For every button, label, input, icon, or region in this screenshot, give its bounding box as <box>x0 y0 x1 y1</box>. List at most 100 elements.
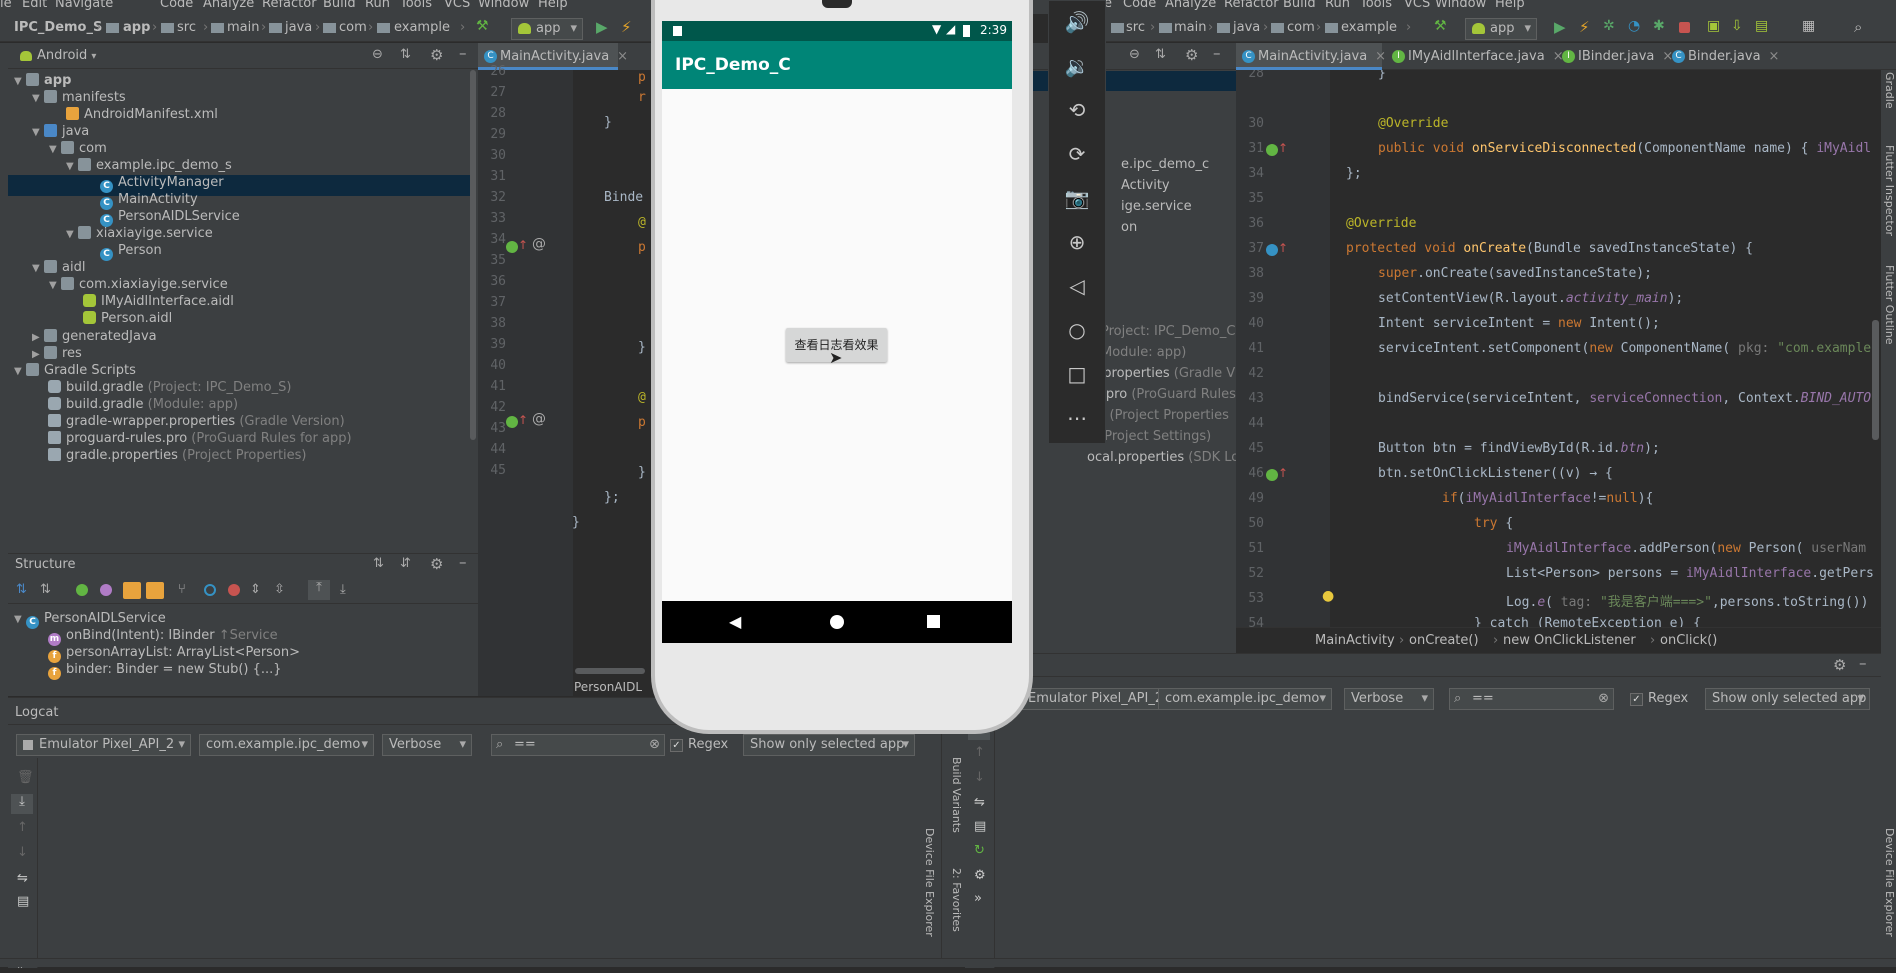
home-icon[interactable]: ○ <box>1064 317 1090 343</box>
tree-node-service[interactable]: ige.service <box>1121 196 1192 217</box>
run-config-select[interactable]: app <box>1465 18 1537 40</box>
menu-build[interactable]: Build <box>323 0 356 10</box>
tree-node-proguard-rules[interactable]: es.pro (ProGuard Rules <box>1087 384 1236 405</box>
sdk-manager-icon[interactable]: ⇩ <box>1731 18 1749 36</box>
volume-up-icon[interactable]: 🔊 <box>1064 9 1090 35</box>
tree-node-gradle-properties[interactable]: ies (Project Properties <box>1087 405 1229 426</box>
hammer-icon[interactable]: ⚒ <box>476 18 494 36</box>
close-icon[interactable]: × <box>617 49 628 64</box>
menu-analyze-right[interactable]: Analyze <box>1165 0 1216 10</box>
sort-visibility-icon[interactable]: ⇅ <box>40 582 51 597</box>
gear-icon[interactable]: ⚙ <box>430 46 443 64</box>
breadcrumb-src[interactable]: src <box>1126 20 1145 35</box>
gear-icon[interactable]: ⚙ <box>974 868 986 883</box>
tab-binder[interactable]: C Binder.java × <box>1666 43 1779 70</box>
menu-vcs-right[interactable]: VCS <box>1404 0 1430 10</box>
close-icon[interactable]: × <box>1769 49 1780 64</box>
device-select[interactable]: Emulator Pixel_API_2 <box>16 734 191 756</box>
breadcrumb-java[interactable]: java <box>1233 20 1260 35</box>
print-icon[interactable]: ▤ <box>17 894 29 909</box>
breadcrumb-main[interactable]: main <box>227 20 259 35</box>
tree-node-build-gradle-module[interactable]: Module: app) <box>1101 342 1186 363</box>
scroll-from-source-icon[interactable]: ⇅ <box>400 47 411 62</box>
search-input[interactable]: ⌕ == ⊗ <box>491 734 665 756</box>
menu-file[interactable]: le <box>0 0 12 10</box>
autoscroll-from-source-icon[interactable]: ⤓ <box>340 582 346 597</box>
restart-icon[interactable]: ↻ <box>974 843 985 858</box>
device-file-explorer-label[interactable]: Device File Explorer <box>923 828 936 937</box>
close-icon[interactable]: × <box>1375 49 1386 64</box>
tree-node-gradle-wrapper-properties[interactable]: er.properties (Gradle V <box>1087 363 1235 384</box>
breadcrumb-example[interactable]: example <box>1341 20 1397 35</box>
tab-mainactivity[interactable]: C MainActivity.java × <box>1236 43 1386 70</box>
package-select[interactable]: com.example.ipc_demo <box>199 734 374 756</box>
log-level-select[interactable]: Verbose <box>1344 688 1434 710</box>
tab-ibinder[interactable]: I IBinder.java × <box>1556 43 1673 70</box>
flutter-outline-label[interactable]: Flutter Outline <box>1883 265 1896 345</box>
zoom-icon[interactable]: ⊕ <box>1064 229 1090 255</box>
hammer-icon[interactable]: ⚒ <box>1434 18 1452 36</box>
breadcrumb-project[interactable]: IPC_Demo_S <box>14 20 102 35</box>
breadcrumb-app[interactable]: app <box>123 20 150 35</box>
collapse-all-icon[interactable]: ⊖ <box>372 47 383 62</box>
collapse-all-icon[interactable]: ⇵ <box>400 556 411 571</box>
menu-refactor-right[interactable]: Refactor <box>1224 0 1279 10</box>
menu-help-right[interactable]: Help <box>1495 0 1525 10</box>
breadcrumb-src[interactable]: src <box>177 20 196 35</box>
apply-changes-icon[interactable]: ⚡ <box>621 18 639 36</box>
search-icon[interactable]: ⌕ <box>1854 18 1872 36</box>
up-icon[interactable]: ↑ <box>974 745 985 760</box>
sort-alpha-icon[interactable]: ⇅ <box>16 582 27 597</box>
menu-edit[interactable]: Edit <box>22 0 47 10</box>
rotate-right-icon[interactable]: ⟳ <box>1064 141 1090 167</box>
build-variants-label[interactable]: Build Variants <box>950 757 963 833</box>
apply-changes-icon[interactable]: ⚡ <box>1579 18 1597 36</box>
collapse-icon[interactable]: ⇳ <box>274 582 285 597</box>
minimize-icon[interactable]: – <box>459 44 467 62</box>
filter-select[interactable]: Show only selected app <box>1705 688 1870 710</box>
clear-icon[interactable]: ⊗ <box>649 735 660 755</box>
autoscroll-to-source-icon[interactable]: ⤒ <box>308 580 330 600</box>
show-fields-icon[interactable] <box>100 584 112 596</box>
menu-help[interactable]: Help <box>538 0 568 10</box>
profile-icon[interactable]: ◔ <box>1628 18 1646 36</box>
scroll-to-end-icon[interactable]: ⤓ <box>11 794 33 814</box>
breadcrumb-example[interactable]: example <box>394 20 450 35</box>
flutter-inspector-label[interactable]: Flutter Inspector <box>1883 145 1896 236</box>
gear-icon[interactable]: ⚙ <box>1833 656 1846 674</box>
log-level-select[interactable]: Verbose <box>382 734 472 756</box>
breadcrumb-onclick[interactable]: onClick() <box>1660 633 1717 648</box>
breadcrumb-onclicklistener[interactable]: new OnClickListener <box>1503 633 1636 648</box>
project-structure-icon[interactable]: ▦ <box>1802 18 1820 36</box>
menu-window[interactable]: Window <box>478 0 529 10</box>
menu-navigate[interactable]: Navigate <box>55 0 113 10</box>
menu-code[interactable]: Code <box>160 0 193 10</box>
breadcrumb-main[interactable]: main <box>1174 20 1206 35</box>
menu-build-right[interactable]: Build <box>1283 0 1316 10</box>
tree-node-build-gradle-project[interactable]: Project: IPC_Demo_C) <box>1101 321 1241 342</box>
down-icon[interactable]: ↓ <box>974 770 985 785</box>
tree-node-example-ipc-demo-c[interactable]: e.ipc_demo_c <box>1121 154 1209 175</box>
expand-icon[interactable]: ⇕ <box>250 582 261 597</box>
avd-manager-icon[interactable]: ▣ <box>1707 18 1725 36</box>
breadcrumb-com[interactable]: com <box>339 20 367 35</box>
lightbulb-icon[interactable]: ● <box>1322 588 1334 604</box>
favorites-label[interactable]: 2: Favorites <box>950 868 963 932</box>
tree-node-mainactivity[interactable]: Activity <box>1121 175 1170 196</box>
package-select[interactable]: com.example.ipc_demo <box>1158 688 1332 710</box>
menu-window-right[interactable]: Window <box>1435 0 1486 10</box>
emulator-screen[interactable]: ▼ ◢ 2:39 IPC_Demo_C 查看日志看效果 ➤ ◀ <box>662 21 1012 643</box>
breadcrumb-java[interactable]: java <box>285 20 312 35</box>
menu-analyze[interactable]: Analyze <box>203 0 254 10</box>
show-lambdas-icon[interactable]: ⑂ <box>178 582 186 597</box>
regex-checkbox[interactable]: ✓ <box>670 739 683 752</box>
run-icon[interactable]: ▶ <box>596 18 614 36</box>
debug-icon[interactable]: ✲ <box>1603 18 1621 36</box>
menu-run-right[interactable]: Run <box>1325 0 1350 10</box>
clear-icon[interactable]: ⊗ <box>1598 689 1609 709</box>
device-file-explorer-label[interactable]: Device File Explorer <box>1883 828 1896 937</box>
menu-run[interactable]: Run <box>365 0 390 10</box>
expand-all-icon[interactable]: ⇅ <box>373 556 384 571</box>
menu-code-right[interactable]: Code <box>1123 0 1156 10</box>
back-icon[interactable]: ◀ <box>729 612 741 631</box>
